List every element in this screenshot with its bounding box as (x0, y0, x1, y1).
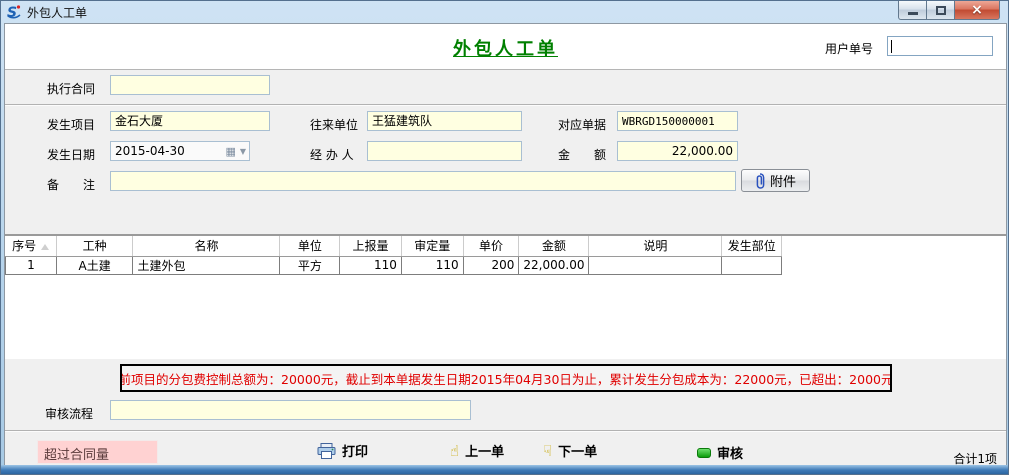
minimize-button[interactable] (898, 1, 927, 20)
cell-unit: 平方 (280, 256, 340, 274)
window-controls: × (898, 1, 1000, 20)
attachment-button-label: 附件 (770, 171, 796, 190)
handler-input[interactable] (367, 141, 522, 161)
attachment-button[interactable]: 附件 (741, 169, 810, 192)
contract-input[interactable] (110, 75, 270, 95)
previous-order-button[interactable]: ☝ 上一单 (450, 441, 504, 460)
app-icon: S (6, 4, 22, 20)
calendar-icon: ▦ (225, 145, 235, 158)
audit-flow-input[interactable] (110, 400, 471, 420)
col-header-amount[interactable]: 金额 (519, 236, 589, 256)
project-input[interactable]: 金石大厦 (110, 111, 270, 131)
amount-input[interactable]: 22,000.00 (617, 141, 738, 161)
hand-down-icon: ☟ (543, 442, 552, 460)
doc-no-input[interactable]: WBRGD150000001 (617, 111, 738, 131)
handler-label: 经 办 人 (310, 146, 354, 163)
audit-status-icon (697, 448, 711, 458)
print-button-label: 打印 (342, 441, 368, 460)
cell-amount: 22,000.00 (519, 256, 589, 274)
maximize-button[interactable] (926, 1, 955, 20)
cell-description (589, 256, 722, 274)
counterpart-input[interactable]: 王猛建筑队 (367, 111, 522, 131)
detail-grid: 序号 工种 名称 单位 上报量 审定量 单价 金额 说明 发生部位 1 A土建 … (5, 234, 1006, 359)
col-header-reported-qty[interactable]: 上报量 (340, 236, 402, 256)
print-button[interactable]: 打印 (317, 441, 368, 460)
col-header-unit[interactable]: 单位 (280, 236, 340, 256)
previous-order-label: 上一单 (465, 441, 504, 460)
user-no-label: 用户单号 (825, 40, 873, 57)
date-value: 2015-04-30 (115, 144, 185, 158)
cost-warning-box: 当前项目的分包费控制总额为：20000元，截止到本单据发生日期2015年04月3… (120, 364, 892, 392)
col-header-location[interactable]: 发生部位 (722, 236, 782, 256)
printer-icon (317, 443, 336, 459)
col-header-seq[interactable]: 序号 (6, 236, 57, 256)
remark-input[interactable] (110, 171, 736, 191)
date-dropdown-button[interactable]: ▦ ▼ (225, 142, 249, 160)
audit-flow-label: 审核流程 (45, 405, 93, 422)
close-button[interactable]: × (954, 1, 1000, 20)
contract-label: 执行合同 (47, 80, 95, 97)
window: S 外包人工单 × 外包人工单 用户单号 (0, 0, 1009, 475)
form-header: 外包人工单 用户单号 (5, 24, 1006, 70)
sort-icon (41, 244, 49, 250)
col-header-description[interactable]: 说明 (589, 236, 722, 256)
col-header-name[interactable]: 名称 (133, 236, 280, 256)
audit-button-label: 审核 (717, 443, 743, 462)
minimize-icon (908, 12, 918, 15)
next-order-label: 下一单 (558, 441, 597, 460)
project-label: 发生项目 (47, 116, 95, 133)
cell-reported-qty: 110 (340, 256, 402, 274)
doc-no-label: 对应单据 (558, 116, 606, 133)
chevron-down-icon: ▼ (240, 147, 246, 156)
cell-location (722, 256, 782, 274)
audit-button[interactable]: 审核 (697, 443, 743, 462)
maximize-icon (936, 6, 946, 15)
close-icon: × (971, 3, 983, 17)
col-header-worktype[interactable]: 工种 (56, 236, 133, 256)
paperclip-icon (755, 173, 765, 189)
cell-name: 土建外包 (133, 256, 280, 274)
counterpart-label: 往来单位 (310, 116, 358, 133)
next-order-button[interactable]: ☟ 下一单 (543, 441, 597, 460)
titlebar: S 外包人工单 × (1, 1, 1008, 23)
cell-worktype: A土建 (56, 256, 133, 274)
date-label: 发生日期 (47, 146, 95, 163)
footer-divider (5, 430, 1006, 432)
amount-label: 金 额 (558, 146, 606, 163)
cell-seq: 1 (6, 256, 57, 274)
remark-label: 备 注 (47, 176, 95, 193)
text-caret (891, 40, 892, 53)
table-row[interactable]: 1 A土建 土建外包 平方 110 110 200 22,000.00 (6, 256, 1006, 274)
cell-approved-qty: 110 (401, 256, 463, 274)
section-divider (5, 104, 1006, 106)
window-title: 外包人工单 (27, 4, 87, 21)
table-header-row: 序号 工种 名称 单位 上报量 审定量 单价 金额 说明 发生部位 (6, 236, 1006, 256)
detail-table: 序号 工种 名称 单位 上报量 审定量 单价 金额 说明 发生部位 1 A土建 … (5, 236, 1006, 275)
status-badge: 超过合同量 (37, 440, 158, 464)
cell-unit-price: 200 (463, 256, 519, 274)
window-bottom-border (1, 465, 1008, 474)
hand-up-icon: ☝ (450, 442, 459, 460)
col-header-approved-qty[interactable]: 审定量 (401, 236, 463, 256)
date-picker[interactable]: 2015-04-30 ▦ ▼ (110, 141, 250, 161)
user-no-input[interactable] (887, 36, 993, 56)
form-client-area: 外包人工单 用户单号 执行合同 发生项目 金石大厦 往来单位 王猛建筑队 对应单… (4, 23, 1007, 467)
col-header-unit-price[interactable]: 单价 (463, 236, 519, 256)
